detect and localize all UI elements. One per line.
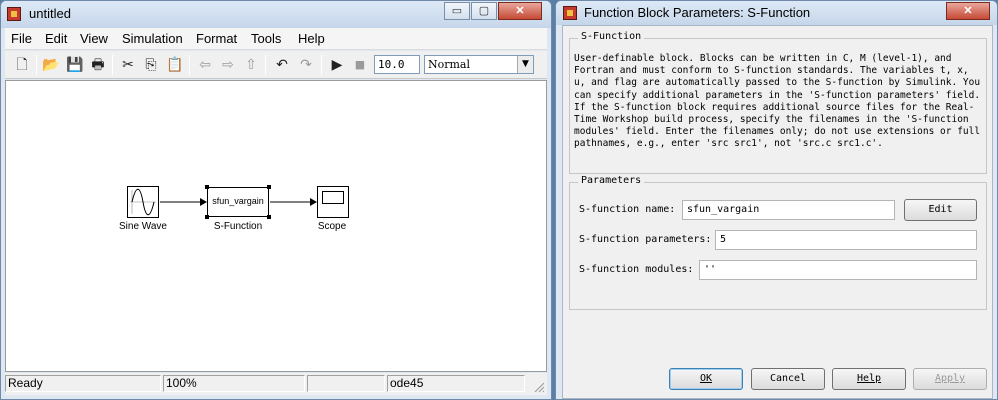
print-icon[interactable]: 🖶 bbox=[89, 56, 107, 74]
toolbar-separator bbox=[36, 55, 37, 75]
menu-help[interactable]: Help bbox=[298, 31, 325, 46]
menu-edit[interactable]: Edit bbox=[45, 31, 67, 46]
undo-icon[interactable]: ↶ bbox=[273, 56, 291, 74]
sfunction-modules-label: S-function modules: bbox=[579, 264, 694, 275]
window-title: untitled bbox=[29, 6, 71, 21]
dialog-title: Function Block Parameters: S-Function bbox=[584, 5, 811, 20]
edit-button[interactable]: Edit bbox=[904, 199, 977, 221]
status-solver: ode45 bbox=[387, 375, 525, 392]
help-button-label: Help bbox=[856, 373, 882, 384]
redo-icon[interactable]: ↷ bbox=[297, 56, 315, 74]
dialog-close-button[interactable]: ✕ bbox=[946, 2, 990, 20]
menu-view[interactable]: View bbox=[80, 31, 108, 46]
stop-simulation-icon[interactable]: ■ bbox=[351, 56, 369, 74]
chevron-down-icon[interactable]: ▼ bbox=[517, 56, 533, 73]
stop-time-input[interactable]: 10.0 bbox=[374, 55, 420, 74]
status-zoom: 100% bbox=[163, 375, 305, 392]
toolbar: 🗋 📂 💾 🖶 ✂ ⎘ 📋 ⇦ ⇨ ⇧ ↶ ↷ ▶ ■ 10.0 Normal … bbox=[5, 51, 547, 79]
menu-simulation[interactable]: Simulation bbox=[122, 31, 183, 46]
simulation-mode-select[interactable]: Normal ▼ bbox=[424, 55, 534, 74]
cut-icon[interactable]: ✂ bbox=[119, 56, 137, 74]
forward-arrow-icon[interactable]: ⇨ bbox=[219, 56, 237, 74]
simulink-window: untitled ▭ ▢ ✕ File Edit View Simulation… bbox=[0, 0, 552, 400]
save-icon[interactable]: 💾 bbox=[66, 56, 84, 74]
resize-grip-icon[interactable] bbox=[533, 381, 545, 393]
toolbar-separator bbox=[265, 55, 266, 75]
back-arrow-icon[interactable]: ⇦ bbox=[196, 56, 214, 74]
apply-button[interactable]: Apply bbox=[913, 368, 987, 390]
apply-button-label: Apply bbox=[934, 373, 966, 384]
sfunction-name-label: S-function name: bbox=[579, 204, 676, 215]
signal-lines bbox=[160, 198, 317, 206]
dialog-titlebar[interactable]: Function Block Parameters: S-Function ✕ bbox=[556, 1, 997, 25]
simulation-mode-value: Normal bbox=[428, 58, 471, 71]
start-simulation-icon[interactable]: ▶ bbox=[328, 56, 346, 74]
menu-file[interactable]: File bbox=[11, 31, 32, 46]
simulink-titlebar[interactable]: untitled ▭ ▢ ✕ bbox=[1, 1, 551, 28]
up-arrow-icon[interactable]: ⇧ bbox=[242, 56, 260, 74]
maximize-button[interactable]: ▢ bbox=[471, 2, 497, 20]
cancel-button-label: Cancel bbox=[769, 373, 807, 384]
toolbar-separator bbox=[321, 55, 322, 75]
sfunction-modules-input[interactable]: '' bbox=[699, 260, 977, 280]
menu-format[interactable]: Format bbox=[196, 31, 237, 46]
section-title-parameters: Parameters bbox=[578, 175, 645, 186]
paste-icon[interactable]: 📋 bbox=[166, 56, 184, 74]
matlab-app-icon bbox=[563, 6, 577, 20]
block-description: User-definable block. Blocks can be writ… bbox=[574, 53, 981, 150]
dialog-body: S-Function User-definable block. Blocks … bbox=[562, 25, 993, 399]
close-button[interactable]: ✕ bbox=[498, 2, 542, 20]
cancel-button[interactable]: Cancel bbox=[751, 368, 825, 390]
menu-bar: File Edit View Simulation Format Tools H… bbox=[5, 28, 547, 50]
help-button[interactable]: Help bbox=[832, 368, 906, 390]
model-canvas[interactable]: Sine Wave sfun_vargain S-Function Scope bbox=[5, 80, 547, 372]
new-model-icon[interactable]: 🗋 bbox=[13, 56, 31, 74]
minimize-button[interactable]: ▭ bbox=[444, 2, 470, 20]
sfunction-parameters-input[interactable]: 5 bbox=[715, 230, 977, 250]
block-parameters-dialog: Function Block Parameters: S-Function ✕ … bbox=[555, 0, 998, 400]
toolbar-separator bbox=[112, 55, 113, 75]
toolbar-separator bbox=[189, 55, 190, 75]
sfunction-name-input[interactable]: sfun_vargain bbox=[682, 200, 895, 220]
simulink-app-icon bbox=[7, 7, 21, 21]
status-bar: Ready 100% ode45 bbox=[5, 373, 547, 395]
ok-button[interactable]: OK bbox=[669, 368, 743, 390]
section-title-sfunction: S-Function bbox=[578, 31, 645, 42]
ok-button-label: OK bbox=[699, 373, 713, 384]
menu-tools[interactable]: Tools bbox=[251, 31, 281, 46]
open-folder-icon[interactable]: 📂 bbox=[42, 56, 60, 74]
status-empty bbox=[307, 375, 385, 392]
sfunction-parameters-label: S-function parameters: bbox=[579, 234, 712, 245]
copy-icon[interactable]: ⎘ bbox=[142, 56, 160, 74]
status-state: Ready bbox=[5, 375, 161, 392]
